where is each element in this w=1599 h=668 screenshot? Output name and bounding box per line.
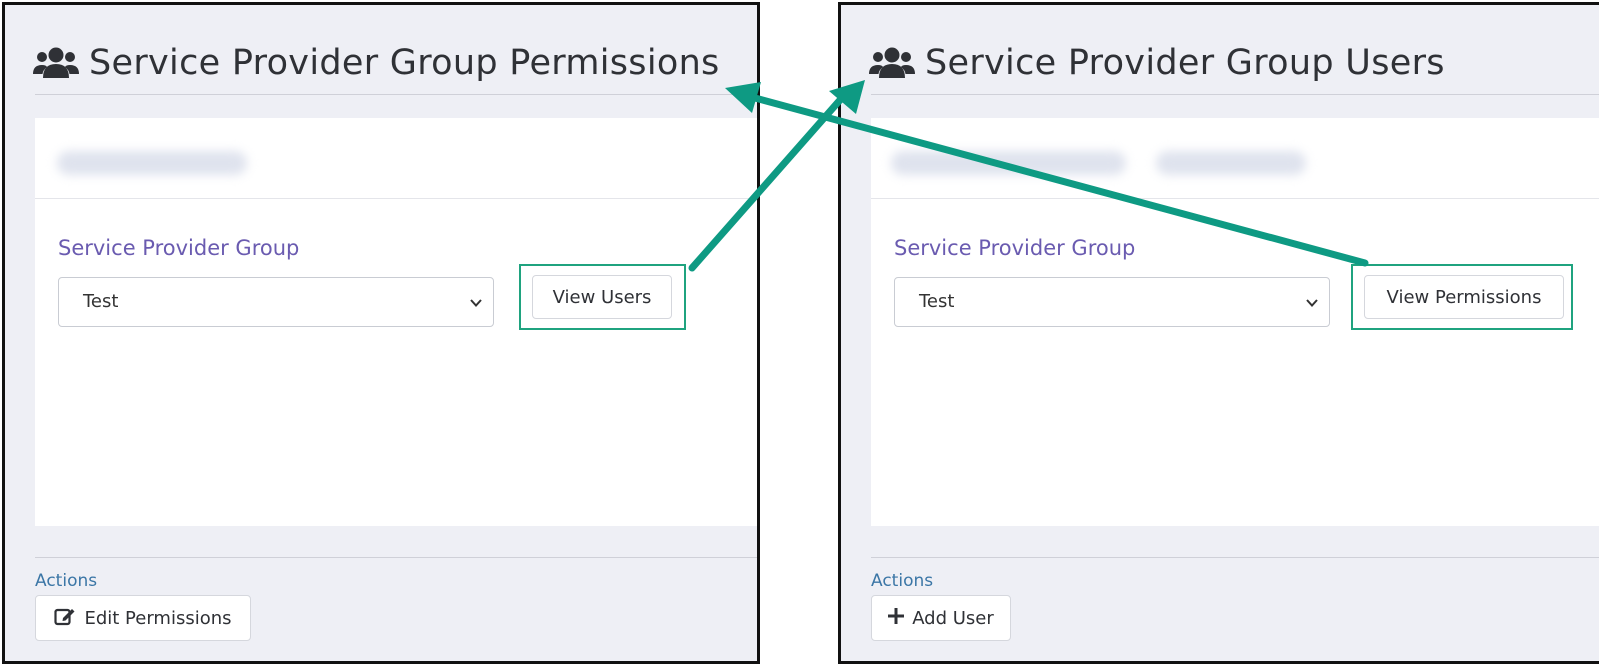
annotation-arrows <box>688 80 1369 272</box>
arrow-to-permissions <box>725 82 1369 267</box>
arrow-to-users <box>688 80 865 272</box>
